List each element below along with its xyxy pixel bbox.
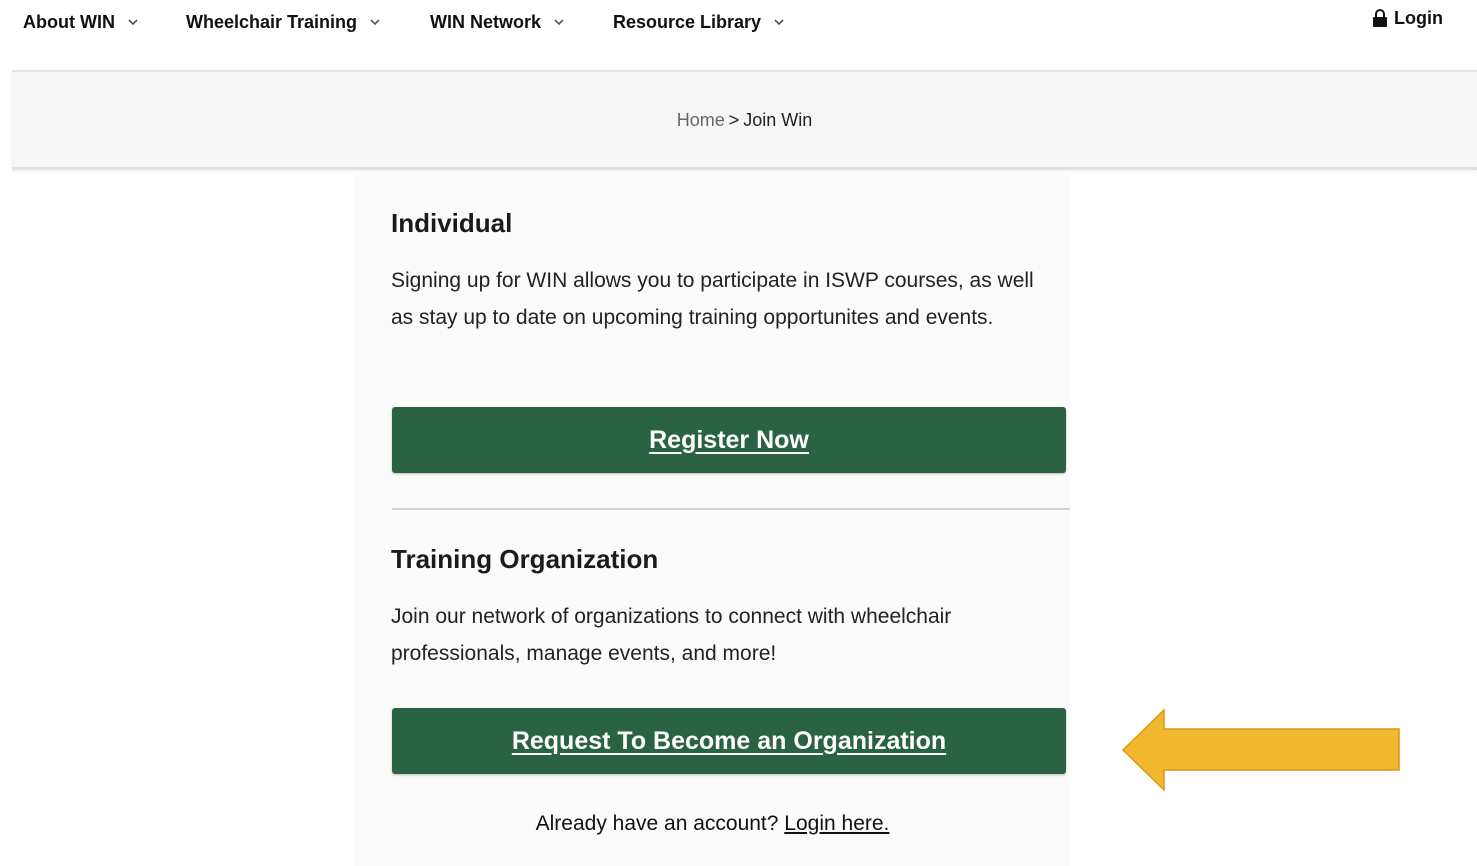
nav-win-network-label: WIN Network — [430, 11, 542, 32]
breadcrumb-band: Home > Join Win — [12, 70, 1477, 170]
login-label: Login — [1394, 7, 1443, 28]
chevron-down-icon — [370, 19, 380, 26]
top-navigation: About WIN Wheelchair Training WIN Networ… — [0, 0, 1477, 70]
nav-about-win[interactable]: About WIN — [23, 10, 139, 34]
nav-resource-library-label: Resource Library — [613, 11, 762, 32]
lock-icon — [1373, 9, 1388, 27]
chevron-down-icon — [774, 19, 784, 26]
login-link[interactable]: Login — [1372, 6, 1443, 30]
organization-description: Join our network of organizations to con… — [391, 605, 952, 665]
section-divider — [392, 508, 1070, 510]
nav-about-win-label: About WIN — [23, 11, 115, 32]
register-now-button[interactable]: Register Now — [392, 407, 1066, 473]
organization-heading: Training Organization — [391, 544, 659, 574]
breadcrumb-current: Join Win — [743, 110, 813, 130]
already-question: Already have an account? — [535, 812, 779, 835]
nav-resource-library[interactable]: Resource Library — [613, 10, 785, 34]
already-have-account: Already have an account? Login here. — [355, 812, 1070, 836]
nav-win-network[interactable]: WIN Network — [430, 10, 565, 34]
join-content-panel: Individual Signing up for WIN allows you… — [355, 172, 1070, 866]
individual-heading: Individual — [391, 208, 513, 238]
breadcrumb-separator: > — [728, 110, 740, 130]
nav-wheelchair-training-label: Wheelchair Training — [186, 11, 358, 32]
login-here-link[interactable]: Login here. — [784, 812, 889, 835]
breadcrumb-home-link[interactable]: Home — [677, 110, 725, 130]
nav-wheelchair-training[interactable]: Wheelchair Training — [186, 10, 381, 34]
individual-description: Signing up for WIN allows you to partici… — [391, 269, 1034, 329]
chevron-down-icon — [554, 19, 564, 26]
left-arrow-annotation — [1121, 708, 1400, 792]
chevron-down-icon — [128, 19, 138, 26]
breadcrumb: Home > Join Win — [12, 110, 1477, 131]
request-organization-button[interactable]: Request To Become an Organization — [392, 708, 1066, 774]
